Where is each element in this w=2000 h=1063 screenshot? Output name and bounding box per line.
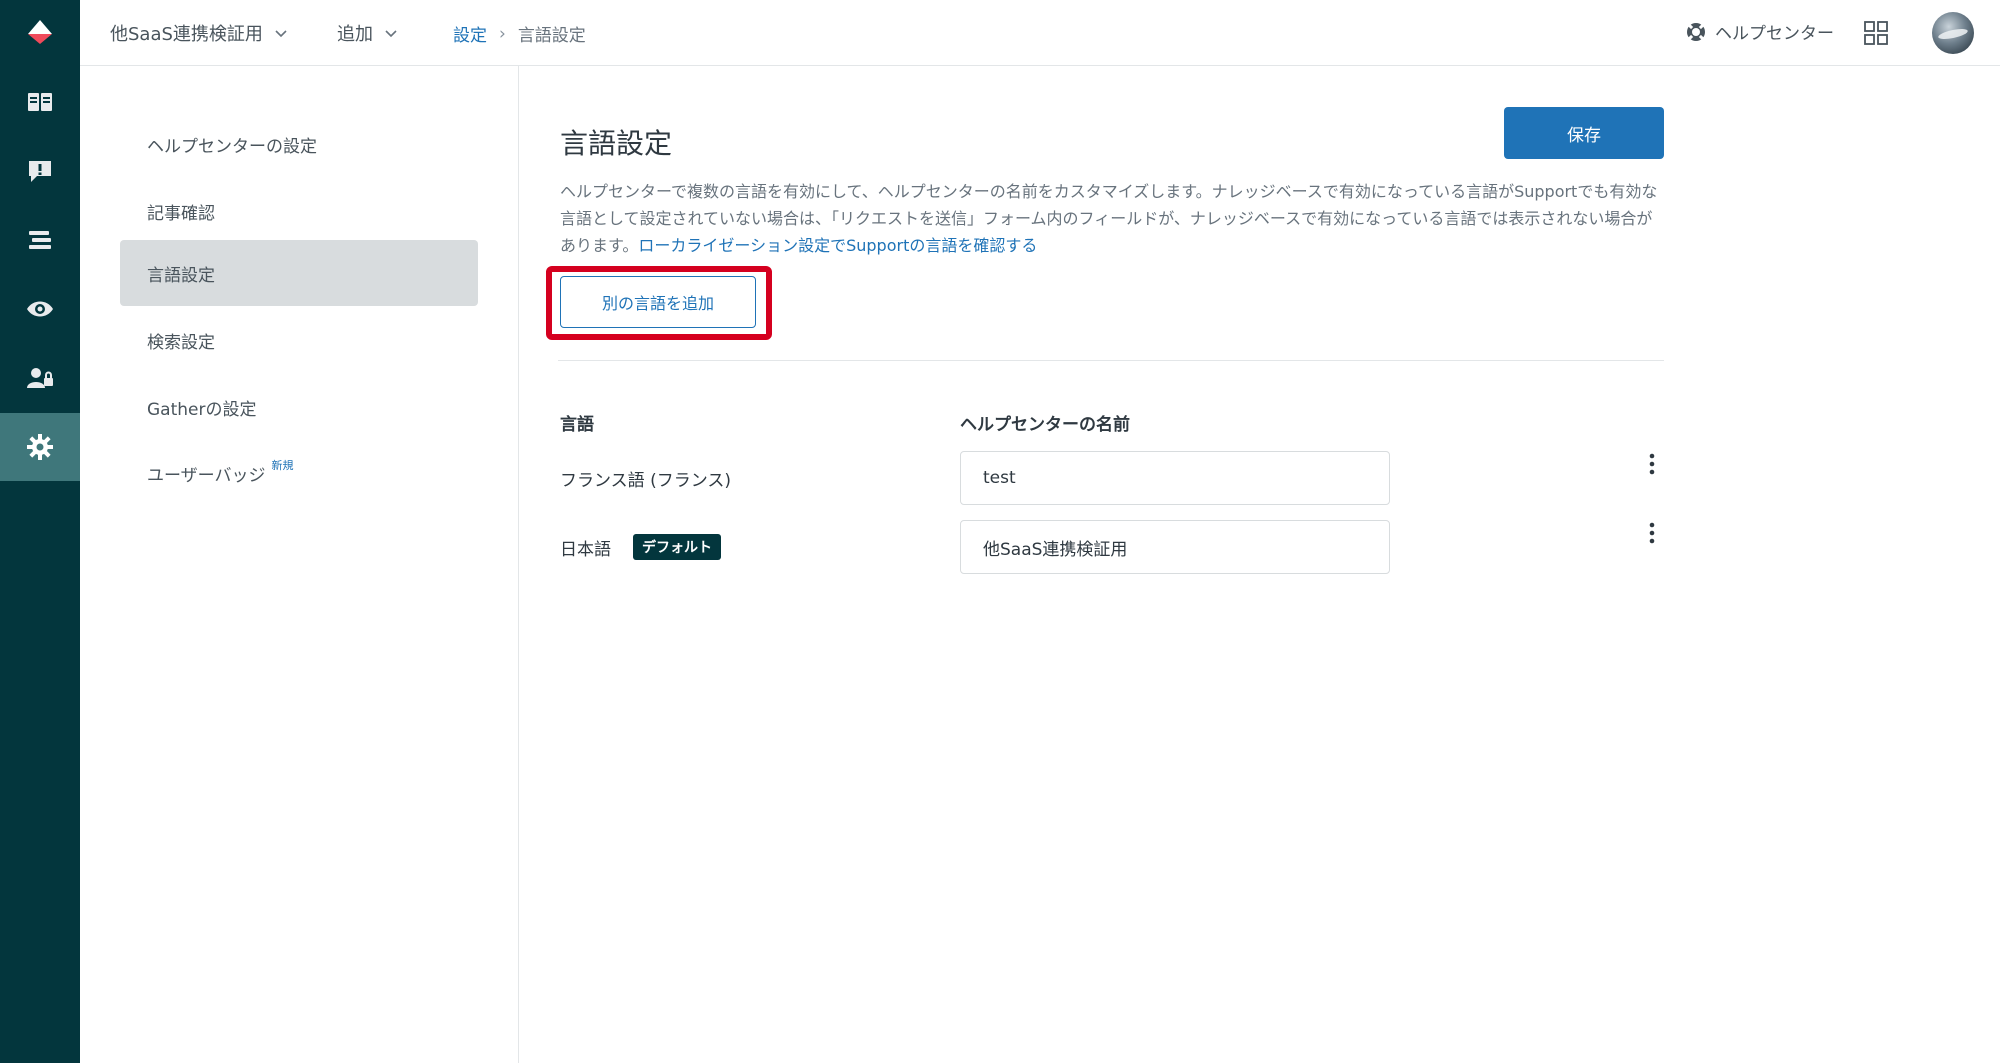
language-row-label: フランス語 (フランス) [560, 466, 731, 491]
divider [558, 360, 1664, 361]
row-options-icon[interactable] [1638, 519, 1666, 547]
apps-grid-icon[interactable] [1863, 20, 1889, 50]
brand-label: 他SaaS連携検証用 [110, 24, 263, 45]
sidebar-item-user-badges[interactable]: ユーザーバッジ 新規 [120, 440, 478, 506]
book-icon[interactable] [0, 68, 80, 136]
help-center-link[interactable]: ヘルプセンター [1685, 19, 1834, 44]
help-center-name-input[interactable] [960, 451, 1390, 505]
top-bar: 他SaaS連携検証用 追加 設定 › 言語設定 ヘルプセンター [80, 0, 2000, 66]
sidebar-item-label: 言語設定 [147, 265, 215, 286]
page-description: ヘルプセンターで複数の言語を有効にして、ヘルプセンターの名前をカスタマイズします… [560, 178, 1666, 259]
row-options-icon[interactable] [1638, 450, 1666, 478]
lifebuoy-icon [1687, 22, 1705, 41]
sidebar-item-label: ヘルプセンターの設定 [147, 136, 317, 157]
default-badge: デフォルト [633, 534, 721, 560]
user-lock-icon[interactable] [0, 344, 80, 412]
new-badge: 新規 [271, 459, 294, 472]
add-label: 追加 [337, 24, 373, 45]
page-title: 言語設定 [560, 127, 673, 160]
breadcrumb-current: 言語設定 [517, 26, 586, 46]
help-center-label: ヘルプセンター [1715, 24, 1834, 44]
avatar[interactable] [1932, 12, 1974, 54]
feedback-alert-icon[interactable] [0, 137, 80, 205]
breadcrumb-settings-link[interactable]: 設定 [453, 21, 487, 46]
language-name: 日本語 [560, 539, 611, 560]
breadcrumb: 設定 › 言語設定 [453, 21, 586, 47]
settings-sidebar: ヘルプセンターの設定 記事確認 言語設定 検索設定 Gatherの設定 ユーザー… [80, 66, 519, 1063]
sidebar-item-article-review[interactable]: 記事確認 [120, 178, 478, 244]
sidebar-item-gather-settings[interactable]: Gatherの設定 [120, 374, 478, 440]
language-name: フランス語 (フランス) [560, 471, 731, 491]
sidebar-item-label: 記事確認 [147, 203, 215, 224]
brand-dropdown[interactable]: 他SaaS連携検証用 [110, 20, 289, 46]
main-content: 言語設定 保存 ヘルプセンターで複数の言語を有効にして、ヘルプセンターの名前をカ… [520, 66, 2000, 1063]
sidebar-item-label: 検索設定 [147, 332, 215, 353]
add-dropdown[interactable]: 追加 [337, 20, 399, 46]
product-nav [0, 0, 80, 1063]
breadcrumb-separator: › [499, 23, 506, 44]
gear-icon[interactable] [0, 413, 80, 481]
column-header-help-center-name: ヘルプセンターの名前 [960, 415, 1130, 435]
localization-settings-link[interactable]: ローカライゼーション設定でSupportの言語を確認する [638, 236, 1037, 255]
column-header-language: 言語 [560, 415, 594, 435]
language-row-label: 日本語 デフォルト [560, 534, 721, 560]
chevron-down-icon [383, 25, 399, 41]
zendesk-logo-icon[interactable] [0, 0, 80, 64]
sidebar-item-label: Gatherの設定 [147, 399, 257, 420]
list-icon[interactable] [0, 206, 80, 274]
chevron-down-icon [273, 25, 289, 41]
help-center-name-input[interactable] [960, 520, 1390, 574]
sidebar-item-search-settings[interactable]: 検索設定 [120, 307, 478, 373]
sidebar-item-language-settings[interactable]: 言語設定 [120, 240, 478, 306]
sidebar-item-label: ユーザーバッジ [147, 465, 266, 486]
add-language-button[interactable]: 別の言語を追加 [560, 276, 756, 328]
save-button[interactable]: 保存 [1504, 107, 1664, 159]
eye-icon[interactable] [0, 275, 80, 343]
sidebar-item-help-center-settings[interactable]: ヘルプセンターの設定 [120, 111, 478, 177]
